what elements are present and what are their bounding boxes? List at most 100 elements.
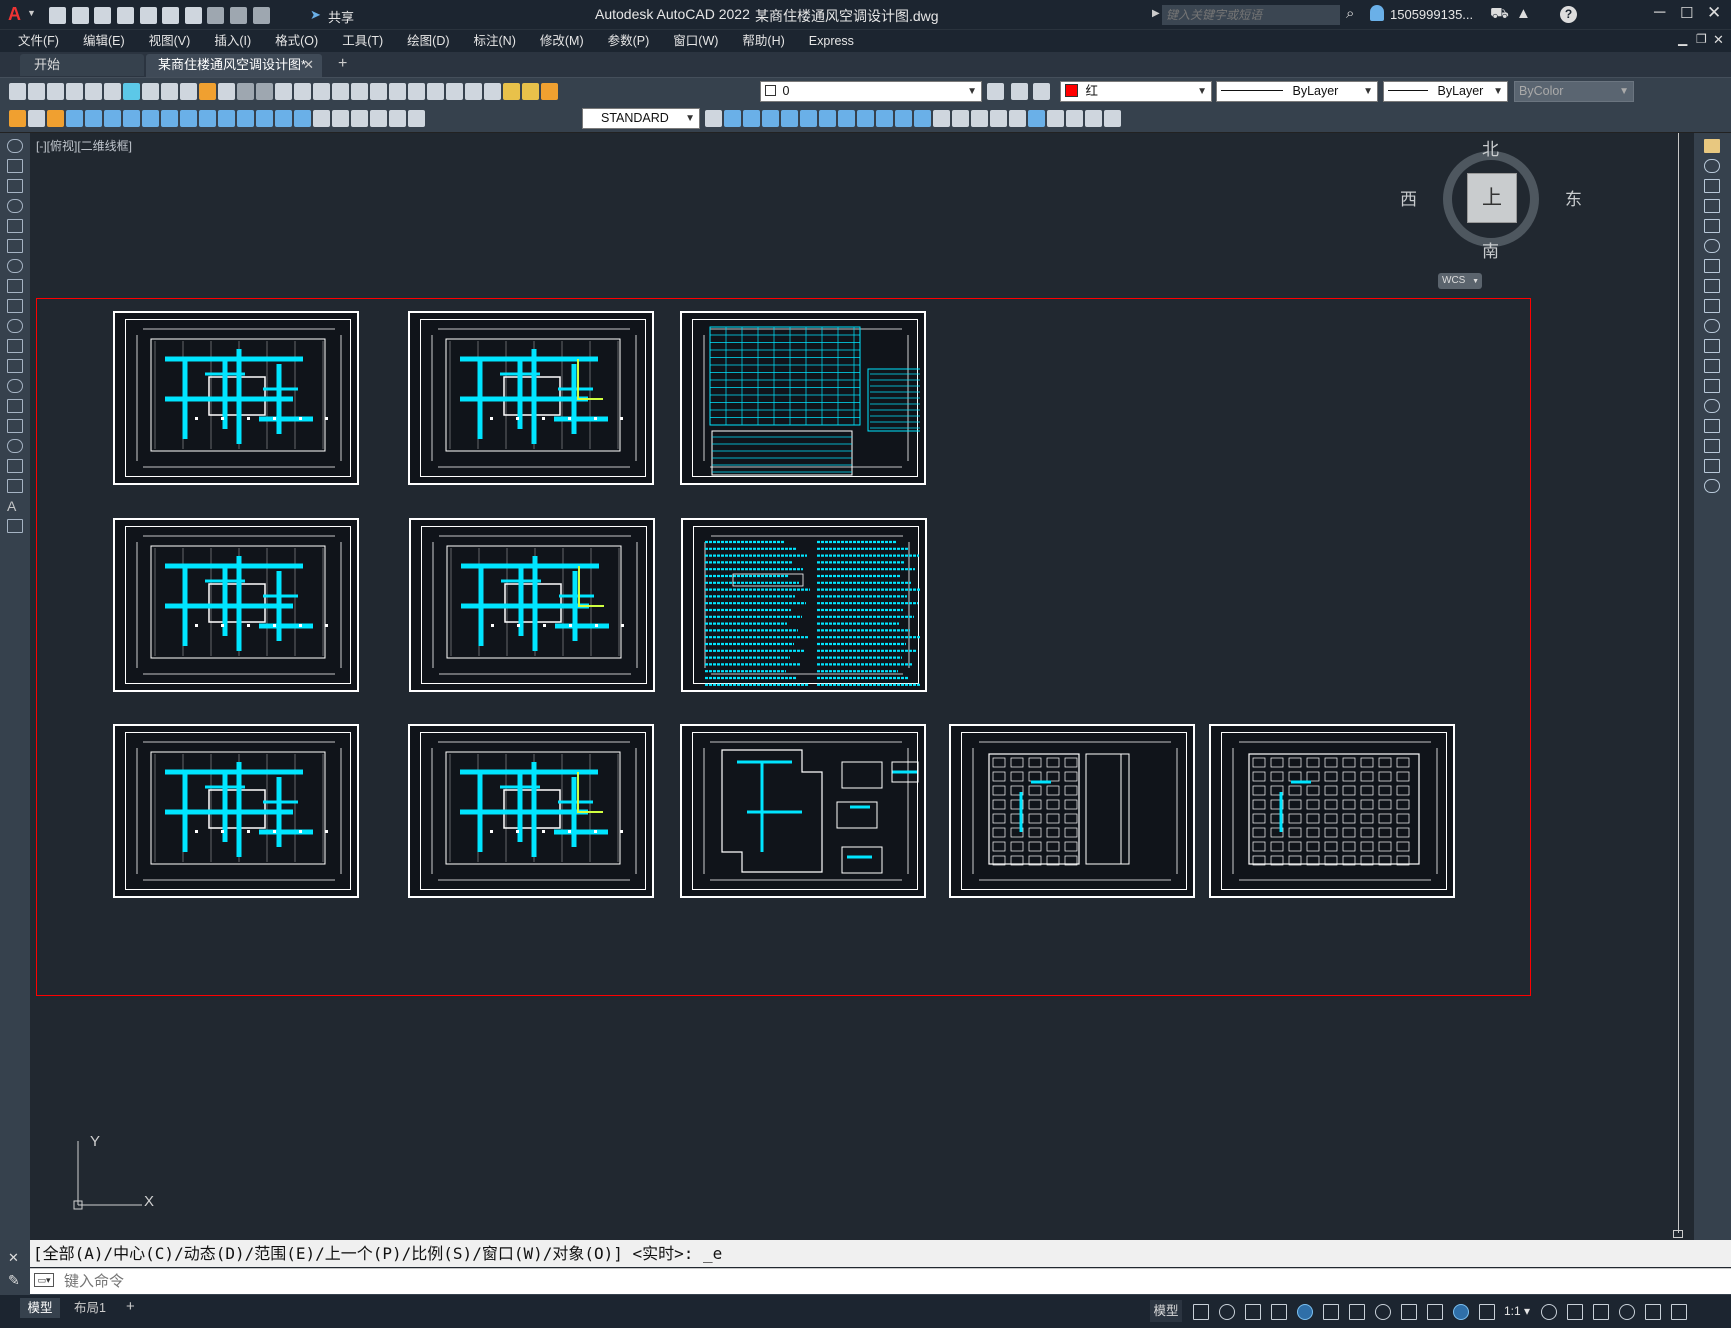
workspace-gear-icon[interactable] <box>1541 1304 1558 1320</box>
tab-drawing[interactable]: 某商住楼通风空调设计图* ✕ <box>146 54 322 77</box>
cart-icon[interactable]: ⛟ <box>1490 5 1509 24</box>
isolate-icon[interactable] <box>1593 1304 1610 1320</box>
layer-freeze-icon[interactable] <box>522 83 539 100</box>
qnew-icon[interactable] <box>9 83 26 100</box>
drawing-sheet[interactable] <box>408 311 654 485</box>
view-manager-icon[interactable] <box>990 110 1007 127</box>
fullscreen-icon[interactable] <box>1645 1304 1662 1320</box>
line-icon[interactable] <box>7 139 23 153</box>
visual-styles-icon[interactable] <box>1085 110 1102 127</box>
preview-icon[interactable] <box>85 83 102 100</box>
ellipse-icon[interactable] <box>7 319 23 333</box>
sheet-set-icon[interactable] <box>408 83 425 100</box>
ucs-face-icon[interactable] <box>838 110 855 127</box>
snap-icon[interactable] <box>1219 1304 1235 1320</box>
ucs-object-icon[interactable] <box>857 110 874 127</box>
layer-on-icon[interactable] <box>503 83 520 100</box>
menu-item-0[interactable]: 文件(F) <box>18 30 59 52</box>
walk-icon[interactable] <box>1047 110 1064 127</box>
properties-icon[interactable] <box>351 83 368 100</box>
make-current-icon[interactable] <box>987 83 1004 100</box>
save-tb-icon[interactable] <box>47 83 64 100</box>
inspect-icon[interactable] <box>351 110 368 127</box>
layout-tab-model[interactable]: 模型 <box>20 1298 60 1318</box>
quick-dim-icon[interactable] <box>218 110 235 127</box>
point-icon[interactable] <box>7 399 23 413</box>
menu-item-6[interactable]: 绘图(D) <box>407 30 449 52</box>
multiline-text-icon[interactable]: A <box>7 499 23 513</box>
new-tab-icon[interactable]: + <box>338 55 347 73</box>
menu-item-1[interactable]: 编辑(E) <box>83 30 125 52</box>
layout-tab-layout1[interactable]: 布局1 <box>66 1298 114 1318</box>
drawing-sheet[interactable] <box>113 724 359 898</box>
break-icon[interactable] <box>1704 379 1720 393</box>
undo-icon[interactable] <box>207 7 225 24</box>
mirror-icon[interactable] <box>1704 179 1720 193</box>
gradient-icon[interactable] <box>7 439 23 453</box>
textstyle-dropdown[interactable]: STANDARD ▼ <box>582 108 700 129</box>
stretch-icon[interactable] <box>1704 299 1720 313</box>
copy-icon[interactable] <box>161 83 178 100</box>
dim-ordinate-icon[interactable] <box>123 110 140 127</box>
viewcube-east[interactable]: 东 <box>1565 185 1582 210</box>
arc-icon[interactable] <box>7 239 23 253</box>
layer-states-icon[interactable] <box>1033 83 1050 100</box>
blend-curves-icon[interactable] <box>1704 459 1720 473</box>
erase-icon[interactable] <box>1704 139 1720 153</box>
search-input[interactable] <box>1162 5 1340 25</box>
construction-line-icon[interactable] <box>7 159 23 173</box>
doc-close-icon[interactable]: ✕ <box>1713 32 1724 48</box>
dim-jogged-icon[interactable] <box>161 110 178 127</box>
share-icon[interactable]: ➤ <box>310 7 321 23</box>
lineweight-icon[interactable] <box>1349 1304 1365 1320</box>
drawing-sheet[interactable] <box>113 518 359 692</box>
osnap-track-icon[interactable] <box>1297 1304 1313 1320</box>
ucs-previous-icon[interactable] <box>819 110 836 127</box>
close-cmd-icon[interactable]: ✕ <box>8 1250 19 1266</box>
drawing-sheet[interactable] <box>113 311 359 485</box>
dim-edit-icon[interactable] <box>389 110 406 127</box>
save-icon[interactable] <box>94 7 112 24</box>
viewcube-west[interactable]: 西 <box>1400 185 1417 210</box>
3d-print-icon[interactable] <box>123 83 140 100</box>
light-icon[interactable] <box>952 110 969 127</box>
jog-line-icon[interactable] <box>370 110 387 127</box>
ucs-icon[interactable] <box>781 110 798 127</box>
ucs-zaxis-icon[interactable] <box>914 110 931 127</box>
break-at-point-icon[interactable] <box>1704 359 1720 373</box>
autocad-logo-icon[interactable]: A <box>8 4 21 25</box>
transparency-icon[interactable] <box>1375 1304 1391 1320</box>
trim-icon[interactable] <box>1704 319 1720 333</box>
user-icon[interactable] <box>1370 5 1384 21</box>
auto-scale-icon[interactable] <box>1479 1304 1495 1320</box>
menu-item-7[interactable]: 标注(N) <box>474 30 516 52</box>
color-dropdown[interactable]: 红 ▼ <box>1060 81 1212 102</box>
table-icon[interactable] <box>7 479 23 493</box>
menu-item-10[interactable]: 窗口(W) <box>673 30 718 52</box>
annotation-visibility-icon[interactable] <box>1453 1304 1469 1320</box>
ucs-world-icon[interactable] <box>800 110 817 127</box>
command-line-handle[interactable]: ✕ ✎ <box>0 1240 30 1294</box>
layer-previous-icon[interactable] <box>1011 83 1028 100</box>
polyline-icon[interactable] <box>7 179 23 193</box>
autodesk-app-icon[interactable]: ▲ <box>1516 5 1531 22</box>
dim-space-icon[interactable] <box>275 110 292 127</box>
user-name[interactable]: 1505999135... <box>1390 7 1473 22</box>
scale-icon[interactable] <box>1704 279 1720 293</box>
hatch-icon[interactable] <box>7 419 23 433</box>
dim-update-icon[interactable] <box>47 110 64 127</box>
named-views-icon[interactable] <box>1009 110 1026 127</box>
command-input[interactable] <box>64 1271 1664 1291</box>
add-selected-icon[interactable] <box>7 519 23 533</box>
viewcube-south[interactable]: 南 <box>1482 237 1499 262</box>
make-block-icon[interactable] <box>7 379 23 393</box>
help-tb-icon[interactable] <box>465 83 482 100</box>
ucs-view-icon[interactable] <box>876 110 893 127</box>
region-icon[interactable] <box>7 459 23 473</box>
dim-radius-icon[interactable] <box>142 110 159 127</box>
layer-dropdown[interactable]: 0 ▼ <box>760 81 982 102</box>
lineweight-dropdown[interactable]: ByLayer ▼ <box>1383 81 1508 102</box>
share-button[interactable]: 共享 <box>328 7 354 26</box>
command-prompt-icon[interactable]: ▭▾ <box>34 1273 54 1287</box>
open-web-icon[interactable] <box>139 7 157 24</box>
